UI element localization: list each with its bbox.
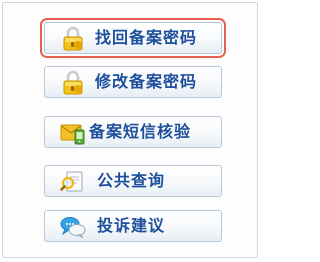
retrieve-password-button[interactable]: 找回备案密码 [40,18,226,58]
lock-icon [63,26,83,51]
change-password-button[interactable]: 修改备案密码 [44,66,222,98]
public-query-button[interactable]: 公共查询 [44,165,222,197]
complaints-suggestions-button[interactable]: 投诉建议 [44,210,222,242]
complaints-suggestions-label: 投诉建议 [97,216,166,235]
change-password-label: 修改备案密码 [95,72,198,91]
public-query-label: 公共查询 [97,171,166,190]
retrieve-password-label: 找回备案密码 [95,28,198,47]
sms-verification-button[interactable]: 备案短信核验 [44,116,222,148]
sms-envelope-icon [60,124,85,145]
chat-bubbles-icon [60,217,86,239]
lock-icon [63,70,83,95]
search-document-icon [60,171,83,192]
sms-verification-label: 备案短信核验 [89,122,192,141]
menu-panel: 找回备案密码 修改备案密码 备案短信核验 公共查询 投诉建议 [2,2,258,258]
